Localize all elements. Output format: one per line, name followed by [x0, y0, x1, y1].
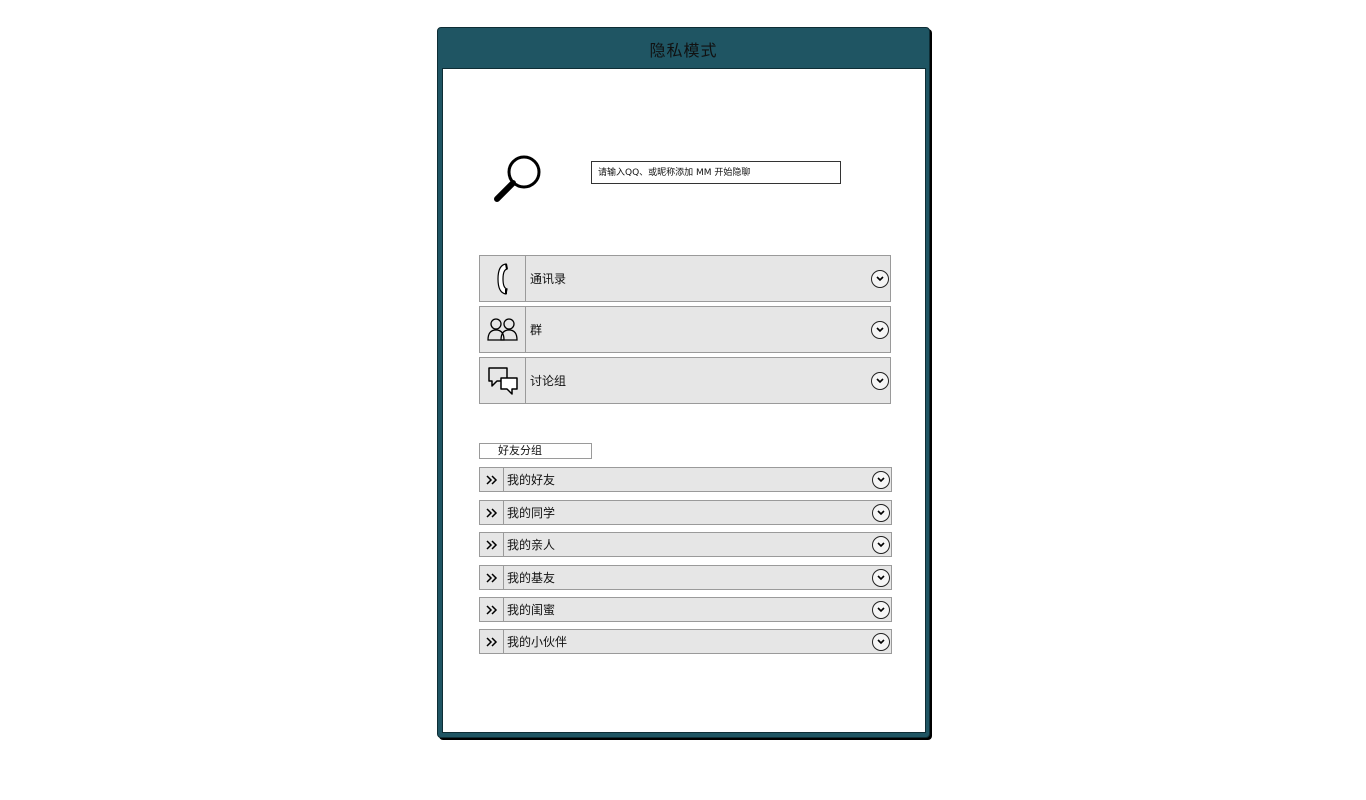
friend-group-row[interactable]: 我的闺蜜 — [479, 597, 892, 622]
category-contacts[interactable]: 通讯录 — [479, 255, 891, 302]
chevron-down-icon[interactable] — [871, 371, 889, 390]
double-chevron-right-icon — [480, 533, 504, 556]
friend-group-label: 我的好友 — [507, 473, 556, 487]
chevron-down-icon[interactable] — [872, 535, 890, 554]
chat-bubbles-icon — [480, 358, 526, 403]
friend-group-row[interactable]: 我的基友 — [479, 565, 892, 590]
category-label: 群 — [530, 323, 543, 337]
chevron-down-icon[interactable] — [872, 470, 890, 489]
double-chevron-right-icon — [480, 566, 504, 589]
chevron-down-icon[interactable] — [871, 320, 889, 339]
friend-groups-header: 好友分组 — [479, 443, 592, 459]
privacy-mode-window: 隐私模式 通讯录 — [437, 27, 930, 738]
friend-group-label: 我的同学 — [507, 506, 556, 520]
category-label: 讨论组 — [530, 374, 567, 388]
friend-group-row[interactable]: 我的小伙伴 — [479, 629, 892, 654]
group-icon — [480, 307, 526, 352]
double-chevron-right-icon — [480, 630, 504, 653]
search-input[interactable] — [591, 161, 841, 184]
chevron-down-icon[interactable] — [872, 503, 890, 522]
double-chevron-right-icon — [480, 598, 504, 621]
category-label: 通讯录 — [530, 272, 567, 286]
category-groups[interactable]: 群 — [479, 306, 891, 353]
friend-group-label: 我的基友 — [507, 571, 556, 585]
window-title: 隐私模式 — [649, 41, 718, 60]
friend-group-row[interactable]: 我的亲人 — [479, 532, 892, 557]
category-discussion[interactable]: 讨论组 — [479, 357, 891, 404]
search-icon[interactable] — [491, 153, 547, 209]
double-chevron-right-icon — [480, 468, 504, 491]
phone-icon — [480, 256, 526, 301]
chevron-down-icon[interactable] — [872, 568, 890, 587]
friend-group-row[interactable]: 我的好友 — [479, 467, 892, 492]
friend-group-row[interactable]: 我的同学 — [479, 500, 892, 525]
content-panel: 通讯录 群 — [442, 68, 926, 733]
double-chevron-right-icon — [480, 501, 504, 524]
chevron-down-icon[interactable] — [871, 269, 889, 288]
chevron-down-icon[interactable] — [872, 600, 890, 619]
chevron-down-icon[interactable] — [872, 632, 890, 651]
friend-group-label: 我的小伙伴 — [507, 635, 568, 649]
friend-group-label: 我的亲人 — [507, 538, 556, 552]
friend-group-label: 我的闺蜜 — [507, 603, 556, 617]
